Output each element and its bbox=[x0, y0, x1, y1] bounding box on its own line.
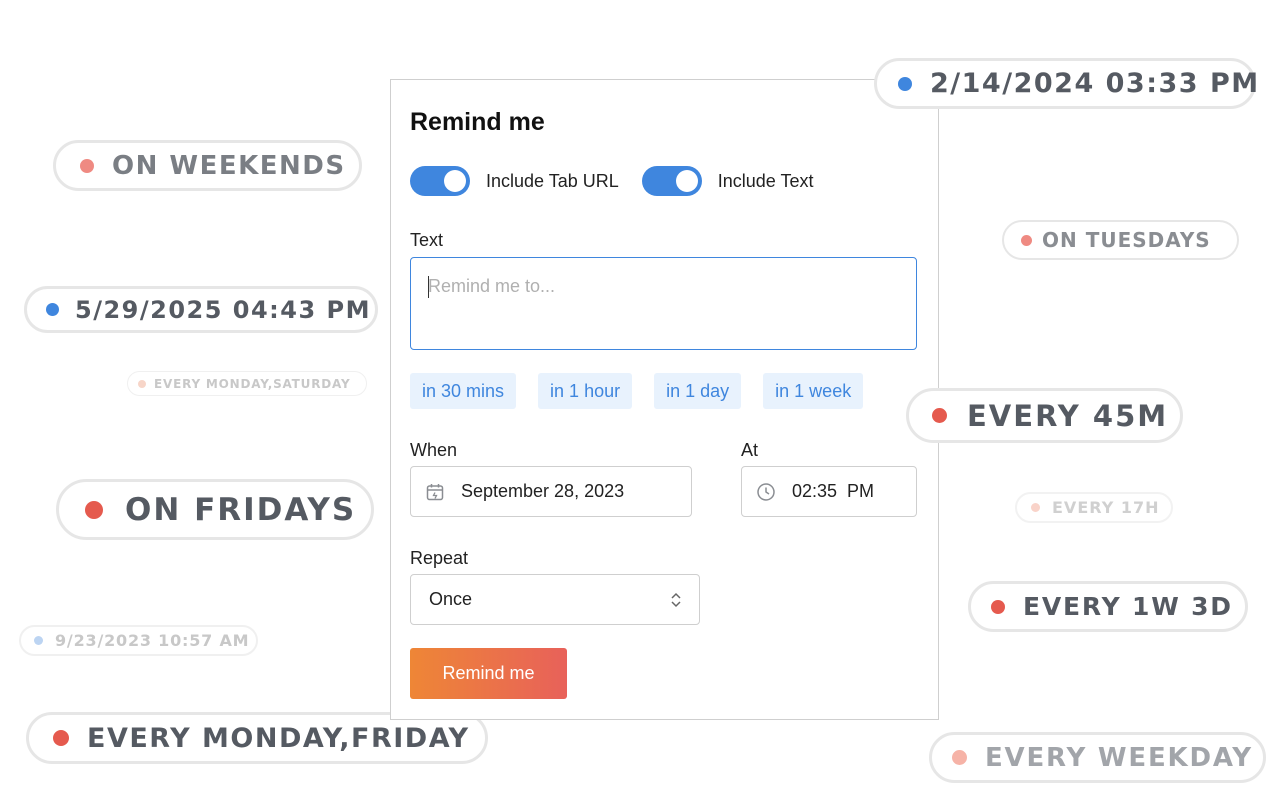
status-dot bbox=[138, 379, 146, 388]
status-dot bbox=[1021, 234, 1032, 246]
status-dot bbox=[1031, 503, 1040, 512]
toggle-knob bbox=[675, 170, 698, 192]
status-dot bbox=[53, 730, 69, 746]
pill-date-2024: 2/14/2024 03:33 PM bbox=[874, 58, 1258, 109]
status-dot bbox=[80, 158, 94, 173]
pill-date-2025: 5/29/2025 04:43 PM bbox=[24, 286, 378, 333]
clock-icon bbox=[757, 482, 775, 501]
pill-label: ON FRIDAYS bbox=[125, 491, 357, 528]
form-title: Remind me bbox=[410, 108, 545, 136]
date-value: September 28, 2023 bbox=[461, 481, 625, 501]
chip-in-30-mins[interactable]: in 30 mins bbox=[410, 373, 517, 409]
repeat-value: Once bbox=[429, 589, 473, 609]
time-field[interactable]: 02:35 PM bbox=[741, 466, 917, 517]
status-dot bbox=[898, 76, 912, 91]
pill-every-monday-saturday: EVERY MONDAY,SATURDAY bbox=[127, 371, 367, 396]
repeat-select[interactable]: Once bbox=[410, 574, 700, 625]
pill-label: EVERY 17H bbox=[1052, 498, 1160, 517]
text-placeholder: Remind me to... bbox=[428, 276, 556, 296]
status-dot bbox=[85, 500, 103, 519]
chip-in-1-day[interactable]: in 1 day bbox=[654, 373, 742, 409]
pill-label: EVERY MONDAY,FRIDAY bbox=[87, 722, 470, 754]
pill-label: 5/29/2025 04:43 PM bbox=[75, 295, 372, 324]
status-dot bbox=[952, 750, 967, 765]
text-label: Text bbox=[410, 230, 444, 250]
remind-me-button[interactable]: Remind me bbox=[410, 648, 567, 699]
pill-every-45m: EVERY 45M bbox=[906, 388, 1183, 443]
reminder-text-input[interactable]: Remind me to... bbox=[410, 257, 917, 350]
include-text-toggle[interactable] bbox=[641, 166, 702, 196]
pill-label: EVERY 45M bbox=[967, 398, 1169, 433]
time-value: 02:35 PM bbox=[792, 481, 875, 501]
pill-every-weekday: EVERY WEEKDAY bbox=[929, 732, 1266, 783]
status-dot bbox=[932, 408, 947, 423]
chip-in-1-hour[interactable]: in 1 hour bbox=[538, 373, 633, 409]
pill-label: EVERY 1W 3D bbox=[1023, 592, 1233, 621]
at-label: At bbox=[741, 440, 759, 460]
pill-on-tuesdays: ON TUESDAYS bbox=[1002, 220, 1239, 260]
reminder-form-card: Remind me Include Tab URL Include Text T… bbox=[390, 79, 939, 720]
chip-in-1-week[interactable]: in 1 week bbox=[763, 373, 864, 409]
status-dot bbox=[46, 303, 59, 316]
when-label: When bbox=[410, 440, 458, 460]
pill-label: ON TUESDAYS bbox=[1042, 228, 1211, 252]
pill-date-2023: 9/23/2023 10:57 AM bbox=[19, 625, 258, 656]
pill-label: 9/23/2023 10:57 AM bbox=[55, 631, 250, 650]
calendar-icon bbox=[426, 483, 444, 500]
date-field[interactable]: September 28, 2023 bbox=[410, 466, 692, 517]
pill-label: 2/14/2024 03:33 PM bbox=[930, 68, 1260, 99]
toggle-knob bbox=[444, 170, 466, 192]
pill-label: ON WEEKENDS bbox=[112, 150, 346, 181]
include-tab-url-toggle[interactable] bbox=[410, 166, 470, 196]
toggle-row: Include Tab URL Include Text bbox=[410, 166, 813, 196]
quick-time-chips: in 30 mins in 1 hour in 1 day in 1 week bbox=[410, 373, 915, 409]
pill-every-17h: EVERY 17H bbox=[1015, 492, 1173, 523]
pill-on-fridays: ON FRIDAYS bbox=[56, 479, 374, 540]
status-dot bbox=[991, 599, 1005, 614]
include-tab-url-label: Include Tab URL bbox=[486, 170, 619, 191]
repeat-label: Repeat bbox=[410, 548, 469, 568]
pill-label: EVERY MONDAY,SATURDAY bbox=[154, 376, 351, 391]
chevron-up-down-icon bbox=[671, 592, 681, 608]
status-dot bbox=[34, 636, 43, 645]
pill-every-1w-3d: EVERY 1W 3D bbox=[968, 581, 1248, 632]
pill-label: EVERY WEEKDAY bbox=[985, 742, 1253, 773]
pill-on-weekends: ON WEEKENDS bbox=[53, 140, 362, 191]
include-text-label: Include Text bbox=[717, 170, 814, 191]
